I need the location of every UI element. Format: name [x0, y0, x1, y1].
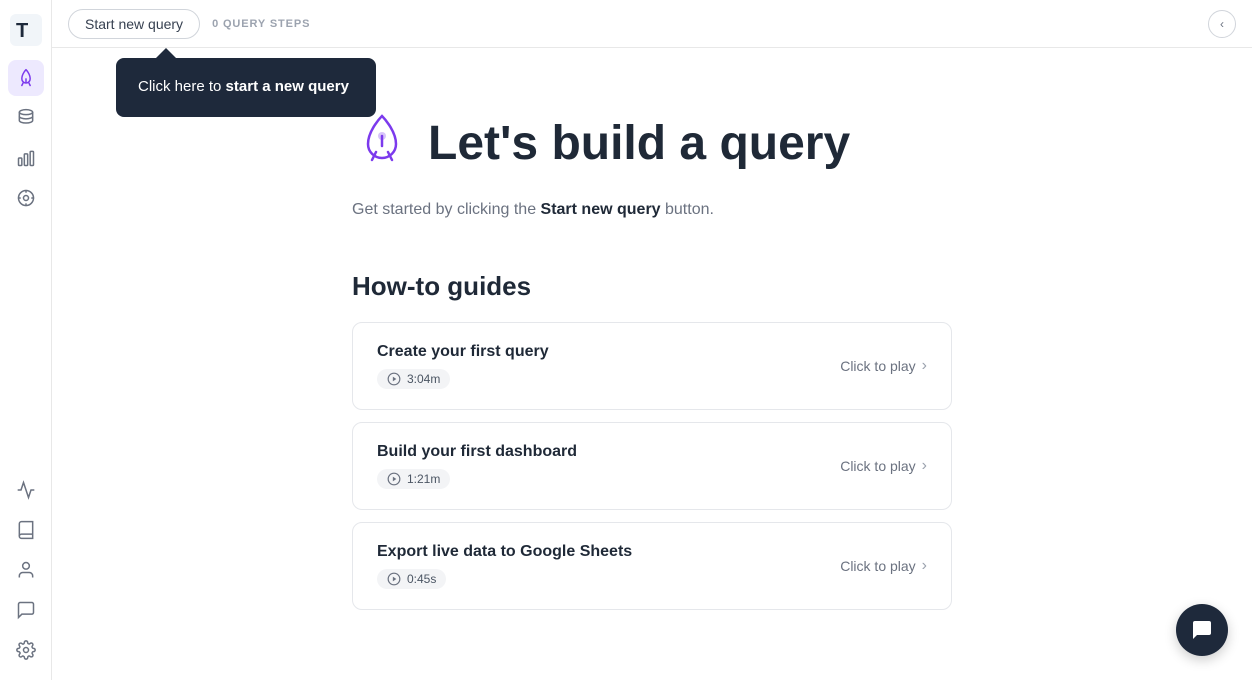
activity-icon [16, 480, 36, 500]
guides-section: How-to guides Create your first query 3:… [352, 271, 952, 622]
guide-duration-badge: 3:04m [377, 369, 450, 389]
collapse-panel-button[interactable]: ‹ [1208, 10, 1236, 38]
guide-card-left: Build your first dashboard 1:21m [377, 443, 577, 489]
rocket-icon [352, 108, 412, 181]
chat-button[interactable] [1176, 604, 1228, 656]
tooltip-container: Click here to start a new query [116, 48, 376, 117]
guide-card[interactable]: Export live data to Google Sheets 0:45s … [352, 522, 952, 610]
app-logo[interactable]: T [8, 12, 44, 48]
play-circle-icon [387, 472, 401, 486]
sidebar-item-query-builder[interactable] [8, 60, 44, 96]
guide-card-title: Create your first query [377, 343, 549, 361]
guide-duration-badge: 1:21m [377, 469, 450, 489]
guide-play-label: Click to play [840, 458, 915, 474]
query-steps-count: 0 QUERY STEPS [212, 18, 310, 30]
user-icon [16, 560, 36, 580]
chevron-right-icon: › [922, 557, 927, 575]
guide-play-button[interactable]: Click to play › [840, 457, 927, 475]
hero-subtitle: Get started by clicking the Start new qu… [352, 197, 714, 223]
guide-cards-container: Create your first query 3:04m Click to p… [352, 322, 952, 610]
guide-play-label: Click to play [840, 558, 915, 574]
guide-duration-text: 3:04m [407, 372, 440, 386]
rocket-nav-icon [16, 68, 36, 88]
hero-subtitle-bold: Start new query [541, 201, 661, 218]
hero-subtitle-suffix: button. [661, 201, 714, 218]
chevron-right-icon: › [922, 357, 927, 375]
sidebar-item-explore[interactable] [8, 180, 44, 216]
tooltip-arrow [156, 48, 176, 58]
logo-icon: T [10, 14, 42, 46]
sidebar-item-charts[interactable] [8, 140, 44, 176]
sidebar-item-docs[interactable] [8, 512, 44, 548]
guide-card-title: Export live data to Google Sheets [377, 543, 632, 561]
sidebar: T [0, 0, 52, 680]
sidebar-item-settings[interactable] [8, 632, 44, 668]
hero-subtitle-prefix: Get started by clicking the [352, 201, 541, 218]
guide-card-title: Build your first dashboard [377, 443, 577, 461]
chevron-right-icon: › [922, 457, 927, 475]
guide-play-button[interactable]: Click to play › [840, 357, 927, 375]
main-content: Start new query 0 QUERY STEPS ‹ Click he… [52, 0, 1252, 680]
database-icon [16, 108, 36, 128]
guide-duration-text: 0:45s [407, 572, 436, 586]
chart-icon [16, 148, 36, 168]
chevron-left-icon: ‹ [1220, 17, 1224, 31]
play-circle-icon [387, 372, 401, 386]
guide-duration-badge: 0:45s [377, 569, 446, 589]
guide-duration-text: 1:21m [407, 472, 440, 486]
guides-section-title: How-to guides [352, 271, 952, 302]
chat-icon [1190, 618, 1214, 642]
hero-title: Let's build a query [428, 118, 850, 171]
guide-card-left: Create your first query 3:04m [377, 343, 549, 389]
content-area: Let's build a query Get started by click… [52, 48, 1252, 680]
settings-icon [16, 640, 36, 660]
tooltip-text-prefix: Click here to [138, 78, 226, 95]
play-circle-icon [387, 572, 401, 586]
start-new-query-button[interactable]: Start new query [68, 9, 200, 39]
hero-title-row: Let's build a query [352, 108, 850, 181]
guide-play-button[interactable]: Click to play › [840, 557, 927, 575]
explore-icon [16, 188, 36, 208]
guide-card[interactable]: Create your first query 3:04m Click to p… [352, 322, 952, 410]
sidebar-bottom [8, 472, 44, 668]
guide-card-left: Export live data to Google Sheets 0:45s [377, 543, 632, 589]
sidebar-item-profile[interactable] [8, 552, 44, 588]
hero-section: Let's build a query Get started by click… [352, 108, 952, 271]
feedback-icon [16, 600, 36, 620]
tooltip-text-bold: start a new query [226, 78, 349, 95]
guide-card[interactable]: Build your first dashboard 1:21m Click t… [352, 422, 952, 510]
topbar: Start new query 0 QUERY STEPS ‹ Click he… [52, 0, 1252, 48]
guide-play-label: Click to play [840, 358, 915, 374]
svg-text:T: T [16, 20, 28, 42]
tooltip-box: Click here to start a new query [116, 58, 376, 117]
sidebar-item-feedback[interactable] [8, 592, 44, 628]
sidebar-item-database[interactable] [8, 100, 44, 136]
sidebar-item-activity[interactable] [8, 472, 44, 508]
book-icon [16, 520, 36, 540]
